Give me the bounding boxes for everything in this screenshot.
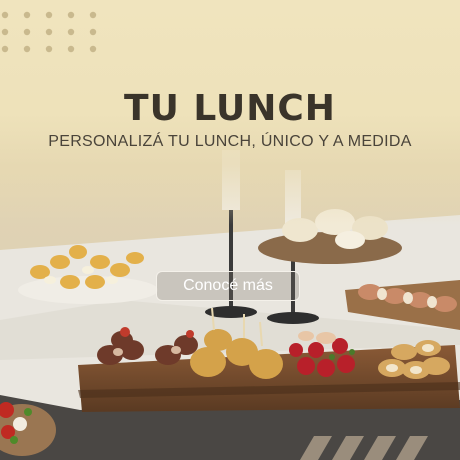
learn-more-button[interactable]: Conocé más bbox=[156, 271, 300, 301]
banner-title: TU LUNCH bbox=[124, 88, 336, 129]
promo-banner[interactable]: TU LUNCH PERSONALIZÁ TU LUNCH, ÚNICO Y A… bbox=[0, 0, 460, 460]
dot-grid-decoration bbox=[1, 11, 97, 53]
banner-subtitle: PERSONALIZÁ TU LUNCH, ÚNICO Y A MEDIDA bbox=[48, 133, 412, 150]
diagonal-stripes-decoration bbox=[300, 436, 428, 460]
